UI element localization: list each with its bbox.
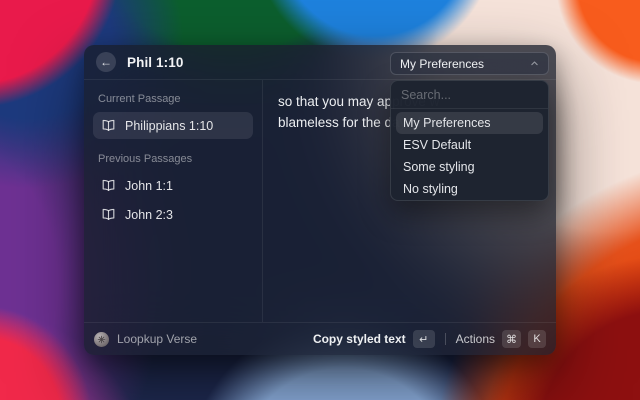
extension-app-icon <box>94 332 109 347</box>
copy-styled-text-action[interactable]: Copy styled text ↵ <box>313 330 435 348</box>
app-window: ← Phil 1:10 My Preferences My Preference… <box>84 45 556 355</box>
footer-app-info: Loopkup Verse <box>94 332 197 347</box>
footer-divider <box>445 333 446 345</box>
k-key-badge: K <box>528 330 546 348</box>
dropdown-item-no-styling[interactable]: No styling <box>396 178 543 200</box>
open-book-icon <box>101 118 116 133</box>
passage-item-philippians-1-10[interactable]: Philippians 1:10 <box>93 112 253 139</box>
open-book-icon <box>101 178 116 193</box>
section-label-previous-passages: Previous Passages <box>93 141 253 172</box>
page-title: Phil 1:10 <box>127 55 183 70</box>
passage-sidebar: Current Passage Philippians 1:10 Previou… <box>84 80 262 322</box>
style-dropdown-panel: My Preferences ESV Default Some styling … <box>390 80 549 201</box>
style-preferences-select[interactable]: My Preferences <box>390 52 549 75</box>
enter-key-badge: ↵ <box>413 330 435 348</box>
passage-label: John 1:1 <box>125 179 173 193</box>
window-footer: Loopkup Verse Copy styled text ↵ Actions… <box>84 322 556 355</box>
actions-label: Actions <box>456 332 495 346</box>
dropdown-search-input[interactable] <box>391 81 548 109</box>
passage-item-john-2-3[interactable]: John 2:3 <box>93 201 253 228</box>
chevron-up-icon <box>530 59 539 68</box>
passage-label: John 2:3 <box>125 208 173 222</box>
back-button[interactable]: ← <box>96 52 116 72</box>
open-book-icon <box>101 207 116 222</box>
dropdown-item-some-styling[interactable]: Some styling <box>396 156 543 178</box>
dropdown-item-esv-default[interactable]: ESV Default <box>396 134 543 156</box>
app-name-label: Loopkup Verse <box>117 332 197 346</box>
footer-actions: Copy styled text ↵ Actions ⌘ K <box>313 330 546 348</box>
copy-styled-text-label: Copy styled text <box>313 332 406 346</box>
passage-label: Philippians 1:10 <box>125 119 213 133</box>
style-select-value: My Preferences <box>400 57 484 71</box>
passage-item-john-1-1[interactable]: John 1:1 <box>93 172 253 199</box>
command-key-badge: ⌘ <box>502 330 521 348</box>
back-arrow-icon: ← <box>100 55 112 69</box>
section-label-current-passage: Current Passage <box>93 88 253 112</box>
actions-menu-button[interactable]: Actions ⌘ K <box>456 330 546 348</box>
dropdown-item-list: My Preferences ESV Default Some styling … <box>391 109 548 201</box>
dropdown-item-my-preferences[interactable]: My Preferences <box>396 112 543 134</box>
